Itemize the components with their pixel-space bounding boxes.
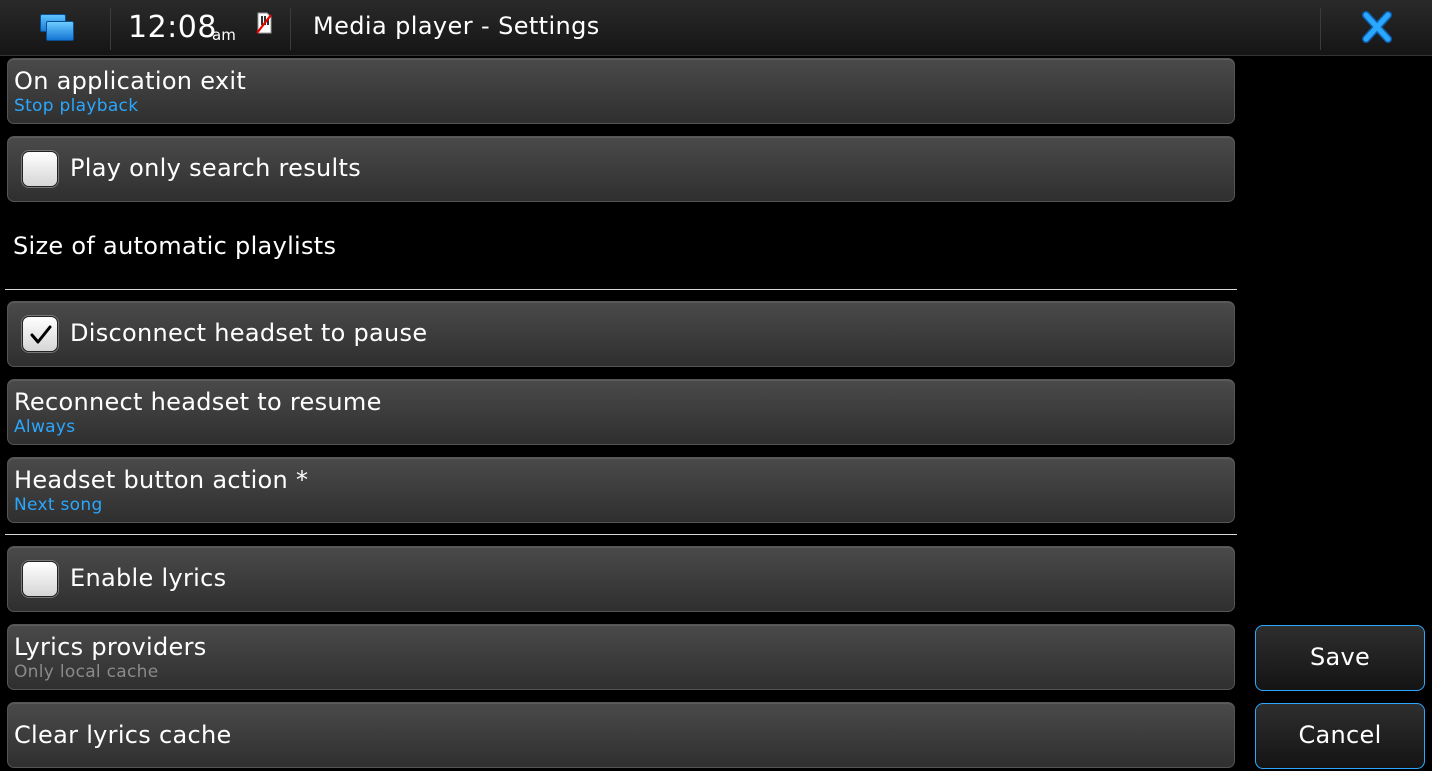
play-search-results-label: Play only search results [70, 154, 362, 182]
sim-card-icon [256, 12, 272, 34]
disconnect-headset-checkbox[interactable]: Disconnect headset to pause [7, 301, 1235, 367]
divider [1320, 8, 1321, 50]
headset-button-action-value: Next song [14, 495, 103, 515]
checkbox-unchecked-icon[interactable] [22, 561, 58, 597]
headset-button-action-label: Headset button action * [14, 466, 309, 494]
clock[interactable]: 12:08 [128, 10, 217, 45]
reconnect-headset-label: Reconnect headset to resume [14, 388, 382, 416]
enable-lyrics-checkbox[interactable]: Enable lyrics [7, 546, 1235, 612]
on-exit-label: On application exit [14, 67, 247, 95]
reconnect-headset-picker[interactable]: Reconnect headset to resume Always [7, 379, 1235, 445]
play-search-results-checkbox[interactable]: Play only search results [7, 136, 1235, 202]
disconnect-headset-label: Disconnect headset to pause [70, 319, 428, 347]
lyrics-providers-picker[interactable]: Lyrics providers Only local cache [7, 624, 1235, 690]
save-button[interactable]: Save [1255, 625, 1425, 691]
close-button[interactable] [1322, 0, 1432, 56]
task-switcher-button[interactable] [0, 0, 110, 56]
close-icon [1362, 11, 1392, 43]
clear-lyrics-cache-label: Clear lyrics cache [14, 721, 232, 749]
divider [110, 8, 111, 50]
reconnect-headset-value: Always [14, 417, 76, 437]
headset-button-action-picker[interactable]: Headset button action * Next song [7, 457, 1235, 523]
section-divider [5, 289, 1237, 290]
playlist-size-heading: Size of automatic playlists [13, 232, 337, 260]
window-title: Media player - Settings [313, 12, 600, 40]
on-exit-picker[interactable]: On application exit Stop playback [7, 58, 1235, 124]
on-exit-value: Stop playback [14, 96, 139, 116]
divider [290, 8, 291, 50]
checkbox-unchecked-icon[interactable] [22, 151, 58, 187]
lyrics-providers-label: Lyrics providers [14, 633, 207, 661]
checkbox-checked-icon[interactable] [22, 316, 58, 352]
checkmark-icon [30, 325, 52, 344]
section-divider [5, 534, 1237, 535]
clear-lyrics-cache-button[interactable]: Clear lyrics cache [7, 702, 1235, 768]
cancel-button[interactable]: Cancel [1255, 703, 1425, 769]
lyrics-providers-value: Only local cache [14, 662, 159, 682]
enable-lyrics-label: Enable lyrics [70, 564, 227, 592]
status-bar: 12:08 am Media player - Settings [0, 0, 1432, 56]
clock-ampm: am [212, 26, 236, 44]
